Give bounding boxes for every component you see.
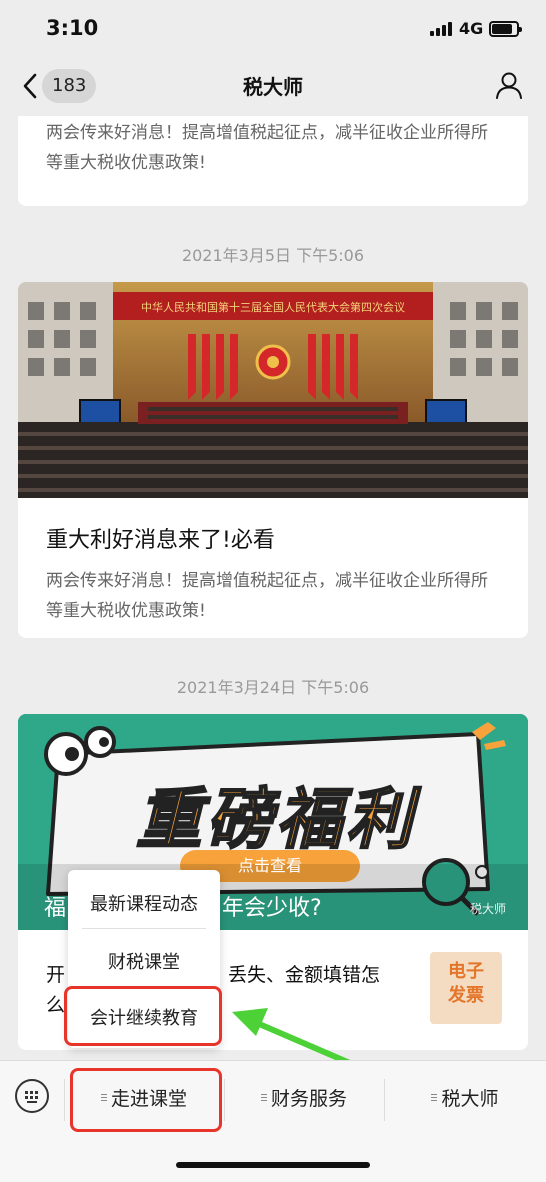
article-cover-image: 中华人民共和国第十三届全国人民代表大会第四次会议 bbox=[18, 282, 528, 498]
tab-label: 财务服务 bbox=[270, 1088, 347, 1110]
article-card[interactable]: 中华人民共和国第十三届全国人民代表大会第四次会议 重大利好消息来了!必看 两会传… bbox=[18, 282, 528, 638]
menu-item-latest-courses[interactable]: 最新课程动态 bbox=[68, 890, 220, 916]
watermark: 税大师 bbox=[470, 902, 507, 916]
thumb-text: 电子发票 bbox=[448, 961, 484, 1006]
sub-item-line1-end: 丢失、金额填错怎 bbox=[228, 964, 381, 986]
menu-item-tax-classroom[interactable]: 财税课堂 bbox=[68, 948, 220, 974]
menu-divider bbox=[82, 928, 206, 929]
tab-label: 税大师 bbox=[441, 1088, 499, 1110]
menu-lines-icon bbox=[431, 1092, 438, 1103]
profile-icon[interactable] bbox=[494, 70, 524, 100]
timestamp: 2021年3月24日 下午5:06 bbox=[176, 678, 370, 697]
page-title: 税大师 bbox=[243, 75, 303, 99]
banner-text: 中华人民共和国第十三届全国人民代表大会第四次会议 bbox=[141, 300, 405, 314]
article-card-partial[interactable]: 两会传来好消息！提高增值税起征点，减半征收企业所得所等重大税收优惠政策! bbox=[18, 116, 528, 206]
article-title-start: 福 bbox=[44, 896, 67, 921]
keyboard-icon[interactable] bbox=[15, 1079, 49, 1113]
menu-lines-icon bbox=[260, 1092, 267, 1103]
status-time: 3:10 bbox=[46, 16, 99, 40]
sub-item-line2-start: 么 bbox=[46, 994, 66, 1016]
home-indicator bbox=[176, 1162, 370, 1168]
article-desc: 两会传来好消息！提高增值税起征点，减半征收企业所得所等重大税收优惠政策! bbox=[46, 571, 488, 621]
article-title-end: 年会少收? bbox=[222, 896, 322, 921]
tab-tax-master[interactable]: 税大师 bbox=[384, 1079, 546, 1119]
network-type: 4G bbox=[459, 19, 484, 38]
highlight-box bbox=[64, 986, 222, 1046]
promo-headline: 重磅福利 bbox=[135, 780, 416, 859]
article-desc: 两会传来好消息！提高增值税起征点，减半征收企业所得所等重大税收优惠政策! bbox=[46, 123, 488, 173]
sub-item-thumbnail: 电子发票 bbox=[430, 952, 502, 1024]
nav-bar: 183 税大师 bbox=[0, 56, 546, 116]
timestamp: 2021年3月5日 下午5:06 bbox=[181, 246, 365, 265]
battery-icon bbox=[489, 21, 522, 37]
highlight-box bbox=[70, 1068, 222, 1132]
sub-item-start: 开 bbox=[46, 964, 66, 986]
status-bar: 3:10 4G bbox=[0, 0, 546, 56]
article-title: 重大利好消息来了!必看 bbox=[46, 528, 275, 553]
tab-finance-services[interactable]: 财务服务 bbox=[224, 1079, 384, 1119]
signal-icon bbox=[430, 22, 452, 36]
